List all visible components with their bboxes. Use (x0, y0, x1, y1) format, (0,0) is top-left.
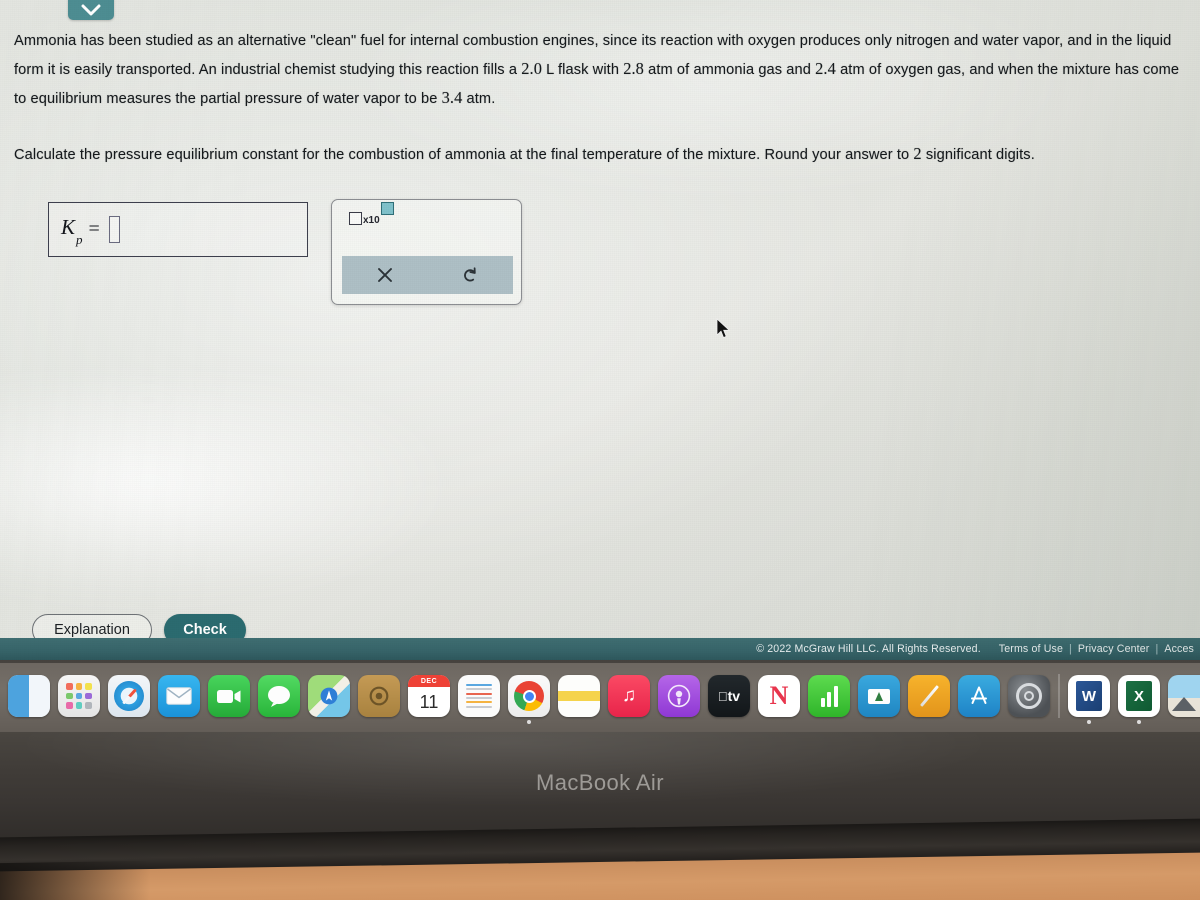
finder-icon (8, 675, 50, 717)
dock-item-calendar[interactable]: DEC 11 (404, 660, 454, 732)
question-paragraph-2: Calculate the pressure equilibrium const… (14, 144, 1035, 163)
dock-item-chrome[interactable] (504, 660, 554, 732)
podcasts-icon (658, 675, 700, 717)
dock-item-music[interactable]: ♫ (604, 660, 654, 732)
copyright-text: © 2022 McGraw Hill LLC. All Rights Reser… (756, 643, 981, 655)
mail-icon (158, 675, 200, 717)
calendar-month-label: DEC (408, 675, 450, 687)
mouse-cursor (716, 318, 732, 345)
answer-input-box[interactable]: Kp = (48, 202, 308, 257)
desk-shadow (0, 860, 150, 900)
answer-value-field[interactable] (108, 216, 120, 243)
calendar-icon: DEC 11 (408, 675, 450, 717)
dock-item-maps[interactable] (304, 660, 354, 732)
footer-separator-2: | (1155, 643, 1159, 655)
dropdown-chevron-button[interactable] (68, 0, 114, 20)
dock-item-messages[interactable] (254, 660, 304, 732)
running-indicator-dot (1087, 720, 1091, 724)
footer-separator-1: | (1069, 643, 1072, 655)
exponent-placeholder-icon (380, 202, 394, 215)
chevron-down-icon (81, 4, 101, 17)
dock-item-appletv[interactable]: tv (704, 660, 754, 732)
footer-link-accessibility[interactable]: Acces (1164, 643, 1194, 655)
running-indicator-dot (527, 720, 531, 724)
dock-item-podcasts[interactable] (654, 660, 704, 732)
music-note-icon: ♫ (608, 675, 650, 717)
notes-icon (558, 675, 600, 717)
screen-smudge (0, 380, 460, 610)
laptop-screen: Ammonia has been studied as an alternati… (0, 0, 1200, 660)
apple-tv-icon: tv (708, 675, 750, 717)
preview-icon (1168, 675, 1200, 717)
kp-symbol: Kp (61, 215, 83, 247)
x10-label: x10 (363, 215, 380, 226)
facetime-icon (208, 675, 250, 717)
math-palette: x10 (331, 199, 522, 305)
dock-item-launchpad[interactable] (54, 660, 104, 732)
dock-separator (1058, 674, 1060, 718)
keynote-icon (858, 675, 900, 717)
equals-sign: = (88, 218, 100, 240)
laptop-photo: Ammonia has been studied as an alternati… (0, 0, 1200, 900)
chrome-icon (508, 675, 550, 717)
news-icon: N (758, 675, 800, 717)
dock-item-news[interactable]: N (754, 660, 804, 732)
scientific-notation-button[interactable]: x10 (349, 202, 394, 226)
calendar-day-label: 11 (419, 691, 439, 712)
pages-icon (908, 675, 950, 717)
contacts-icon (458, 675, 500, 717)
app-store-icon (958, 675, 1000, 717)
dock-item-notes[interactable] (554, 660, 604, 732)
microsoft-word-icon: W (1068, 675, 1110, 717)
palette-top-row: x10 (349, 202, 394, 226)
mantissa-placeholder-icon (349, 212, 362, 225)
undo-arrow-icon[interactable] (428, 266, 514, 285)
dock-item-excel[interactable]: X (1114, 660, 1164, 732)
numbers-icon (808, 675, 850, 717)
dock-item-appstore[interactable] (954, 660, 1004, 732)
running-indicator-dot (1137, 720, 1141, 724)
dock-item-mail[interactable] (154, 660, 204, 732)
macos-dock: DEC 11 ♫ tv N W X (0, 660, 1200, 732)
footer-link-terms-of-use[interactable]: Terms of Use (999, 643, 1063, 655)
maps-icon (308, 675, 350, 717)
x-clear-icon[interactable] (342, 266, 428, 285)
dock-item-facetime[interactable] (204, 660, 254, 732)
dock-item-pages[interactable] (904, 660, 954, 732)
dock-item-numbers[interactable] (804, 660, 854, 732)
dock-item-keynote[interactable] (854, 660, 904, 732)
dock-item-safari[interactable] (104, 660, 154, 732)
dock-item-word[interactable]: W (1064, 660, 1114, 732)
dock-item-finder[interactable] (4, 660, 54, 732)
safari-icon (108, 675, 150, 717)
dock-item-photos[interactable] (354, 660, 404, 732)
page-footer: © 2022 McGraw Hill LLC. All Rights Reser… (0, 638, 1200, 660)
footer-link-privacy-center[interactable]: Privacy Center (1078, 643, 1150, 655)
messages-icon (258, 675, 300, 717)
photos-icon (358, 675, 400, 717)
dock-item-preview[interactable] (1164, 660, 1200, 732)
dock-item-contacts[interactable] (454, 660, 504, 732)
question-paragraph-1: Ammonia has been studied as an alternati… (14, 33, 1180, 107)
dock-item-systempreferences[interactable] (1004, 660, 1054, 732)
palette-action-bar (342, 256, 513, 294)
gear-icon (1008, 675, 1050, 717)
macbook-air-label: MacBook Air (536, 770, 664, 795)
question-text: Ammonia has been studied as an alternati… (14, 28, 1192, 169)
microsoft-excel-icon: X (1118, 675, 1160, 717)
launchpad-icon (58, 675, 100, 717)
